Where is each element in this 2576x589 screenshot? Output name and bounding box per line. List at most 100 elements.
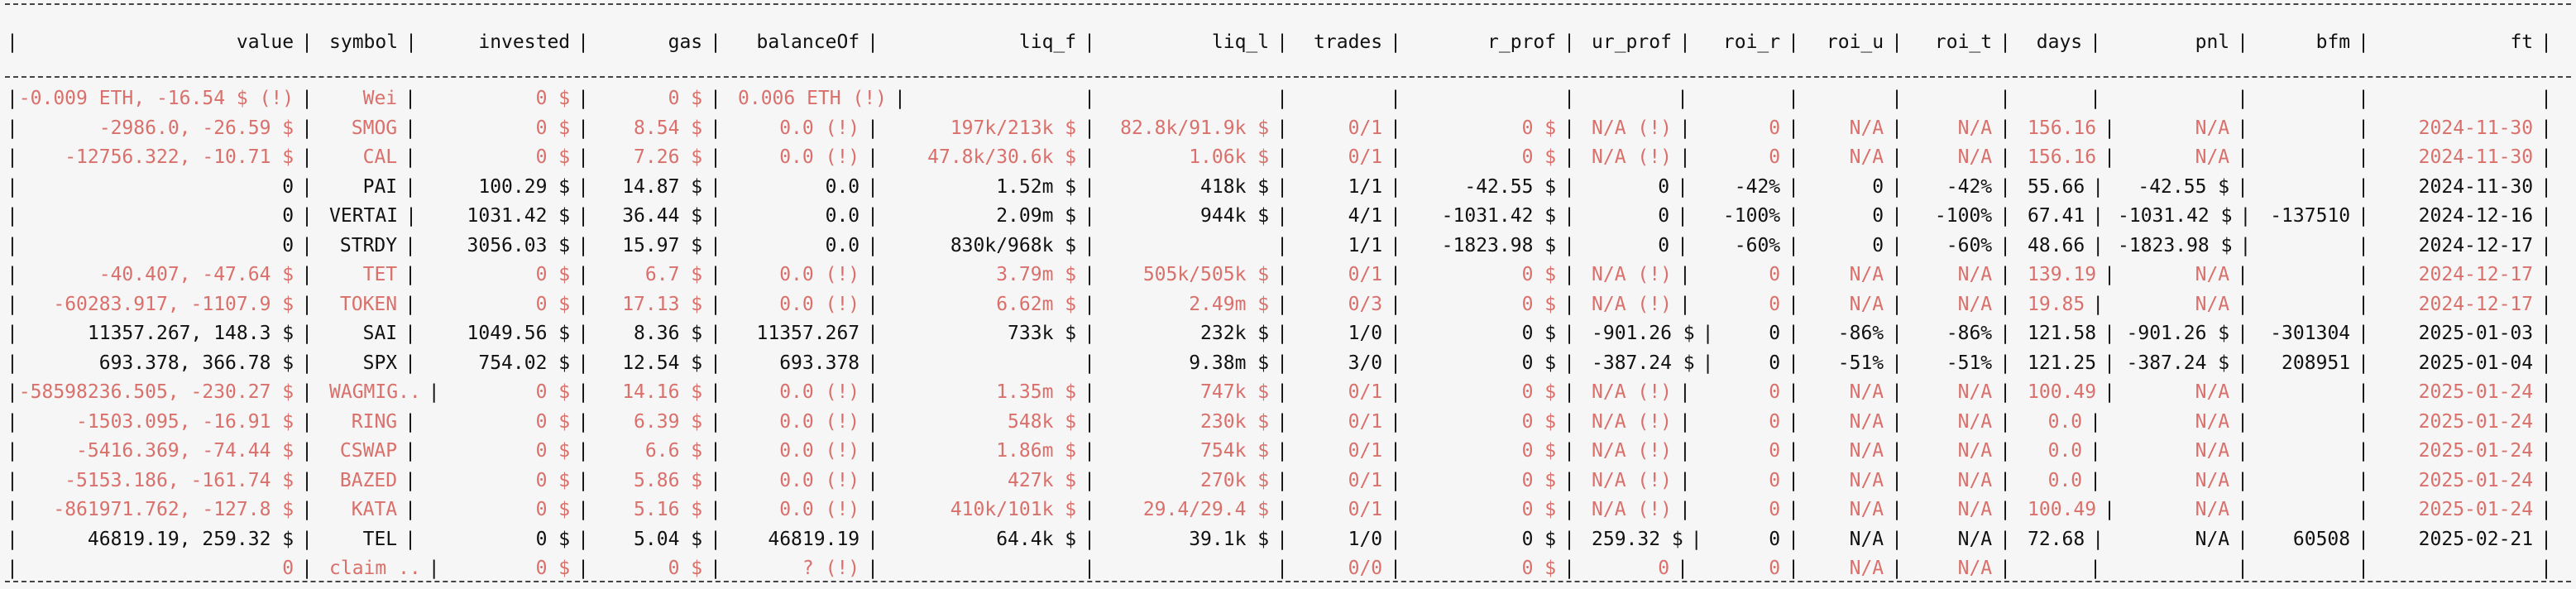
column-separator: |: [710, 558, 721, 579]
column-separator: |: [867, 175, 879, 198]
cell-roi_t: N/A |: [1919, 290, 2011, 320]
cell-text: 1/1: [1348, 175, 1383, 198]
cell-text: 0: [1872, 234, 1884, 256]
cell-pnl: N/A |: [2118, 377, 2248, 408]
cell-text: 11357.267, 148.3 $: [87, 323, 294, 344]
cell-value: -2986.0, -26.59 $ |: [15, 113, 313, 144]
cell-pnl: -42.55 $ |: [2118, 172, 2248, 203]
column-separator: |: [1999, 175, 2011, 198]
column-separator: |: [1891, 499, 1903, 520]
column-separator: |: [1678, 31, 1691, 53]
cell-text: N/A: [1849, 528, 1884, 550]
cell-text: N/A: [1957, 293, 1993, 315]
cell-roi_u: N/A |: [1816, 436, 1903, 467]
cell-text: 100.49: [2028, 381, 2097, 403]
cell-text: 0: [1769, 117, 1781, 139]
cell-bfm: |: [2265, 142, 2369, 173]
column-separator: |: [1999, 146, 2011, 168]
cell-bfm: -301304 |: [2265, 318, 2369, 349]
cell-roi_r: 0 |: [1705, 260, 1799, 290]
column-separator: |: [1677, 205, 1688, 227]
column-separator: |: [7, 146, 18, 168]
column-separator: |: [405, 31, 417, 53]
cell-text: Wei: [362, 88, 398, 109]
cell-days: 0.0 |: [2028, 436, 2101, 467]
column-separator: |: [2090, 558, 2101, 579]
cell-invested: 1031.42 $ |: [433, 201, 589, 232]
column-separator: |: [1276, 440, 1288, 462]
cell-text: -60%: [1734, 234, 1781, 256]
column-separator: |: [1788, 323, 1799, 344]
cell-ft: 2025-01-24 |: [2386, 436, 2552, 467]
cell-text: invested: [478, 31, 571, 53]
cell-pnl: N/A |: [2118, 466, 2248, 496]
column-separator: |: [710, 205, 721, 227]
cell-symbol: KATA |: [329, 495, 416, 525]
cell-trades: 0/1 |: [1305, 436, 1401, 467]
cell-liq_l: |: [1112, 231, 1288, 261]
cell-text: N/A: [2195, 293, 2230, 315]
cell-invested: 0 $ |: [433, 436, 589, 467]
cell-liq_f: 1.86m $ |: [895, 436, 1095, 467]
column-separator: |: [867, 264, 879, 285]
column-separator: |: [405, 352, 416, 374]
cell-pnl: |: [2118, 84, 2248, 114]
cell-text: N/A: [2195, 528, 2230, 550]
cell-symbol: CAL |: [329, 142, 416, 173]
column-separator: |: [1390, 440, 1401, 462]
cell-text: 0 $: [535, 410, 571, 433]
cell-text: 39.1k $: [1189, 528, 1270, 550]
cell-text: 754k $: [1200, 440, 1270, 462]
column-separator: |: [7, 205, 18, 227]
column-separator: |: [577, 528, 589, 550]
cell-gas: 7.26 $ |: [606, 142, 721, 173]
column-separator: |: [405, 410, 416, 433]
cell-ur_prof: -901.26 $ |: [1592, 318, 1713, 349]
column-separator: |: [2090, 410, 2101, 433]
column-separator: |: [1276, 499, 1288, 520]
cell-text: 6.62m $: [996, 293, 1077, 315]
column-separator: |: [405, 293, 416, 315]
cell-ft: 2025-01-04 |: [2386, 348, 2552, 379]
column-separator: |: [2358, 381, 2369, 403]
cell-text: 2024-11-30: [2418, 175, 2534, 198]
column-separator: |: [1390, 381, 1401, 403]
column-separator: |: [1084, 117, 1095, 139]
cell-text: 0: [1658, 558, 1670, 579]
cell-r_prof: 0 $ |: [1418, 318, 1575, 349]
column-separator: |: [7, 293, 18, 315]
cell-text: N/A: [2195, 381, 2230, 403]
cell-liq_l: 230k $ |: [1112, 407, 1288, 438]
column-separator: |: [577, 293, 589, 315]
cell-text: -5153.186, -161.74 $: [65, 469, 294, 491]
cell-text: 2.49m $: [1189, 293, 1270, 315]
cell-text: 9.38m $: [1189, 352, 1270, 374]
cell-text: 0: [1769, 528, 1781, 550]
cell-text: roi_u: [1826, 31, 1884, 53]
column-separator: |: [2358, 31, 2369, 53]
column-separator: |: [2104, 117, 2115, 139]
column-separator: |: [577, 234, 589, 256]
cell-liq_l: 232k $ |: [1112, 318, 1288, 349]
column-separator: |: [2092, 175, 2104, 198]
cell-text: 2024-12-17: [2418, 293, 2534, 315]
column-separator: |: [1390, 469, 1401, 491]
column-separator: |: [1788, 234, 1799, 256]
cell-roi_u: -51% |: [1816, 348, 1903, 379]
cell-text: 0.0 (!): [779, 499, 860, 520]
top-border: [5, 3, 2571, 5]
cell-gas: 8.54 $ |: [606, 113, 721, 144]
cell-text: 208951: [2282, 352, 2351, 374]
cell-days: 0.0 |: [2028, 407, 2101, 438]
column-header-gas: gas |: [606, 27, 721, 58]
cell-roi_t: N/A |: [1919, 553, 2011, 584]
column-separator: |: [2358, 175, 2369, 198]
cell-text: -1823.98 $: [2118, 234, 2233, 256]
cell-text: 0 $: [1521, 264, 1557, 285]
cell-text: N/A: [1957, 410, 1993, 433]
column-separator: |: [1084, 499, 1095, 520]
column-separator: |: [2358, 293, 2369, 315]
cell-days: 156.16 |: [2028, 142, 2115, 173]
cell-balanceOf: 0.0 |: [738, 172, 879, 203]
cell-roi_u: N/A |: [1816, 377, 1903, 408]
